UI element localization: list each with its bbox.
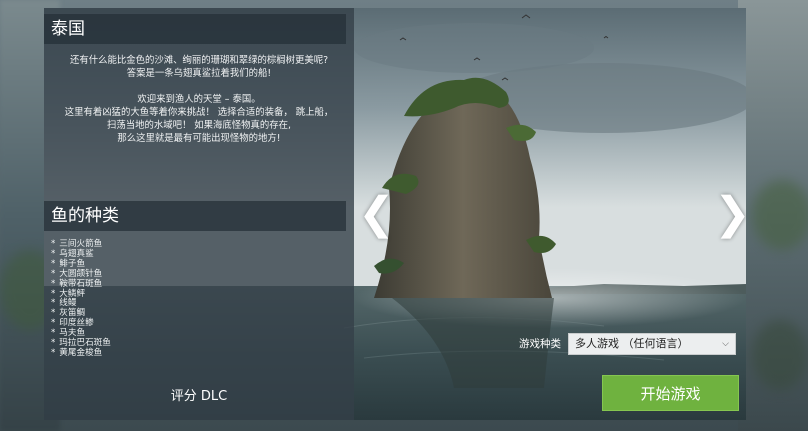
location-description: 还有什么能比金色的沙滩、绚丽的珊瑚和翠绿的棕榈树更美呢? 答案是一条乌翅真鲨拉着… xyxy=(52,54,346,145)
description-line: 这里有着凶猛的大鱼等着你来挑战！ 选择合适的装备， 跳上船， xyxy=(64,107,334,118)
game-mode-select[interactable]: 多人游戏 （任何语言） ⌵ xyxy=(568,333,736,355)
game-mode-label: 游戏种类 xyxy=(519,338,561,350)
rating-value: DLC xyxy=(200,389,228,404)
description-line: 扫荡当地的水域吧！ 如果海底怪物真的存在, xyxy=(106,120,292,131)
description-line: 还有什么能比金色的沙滩、绚丽的珊瑚和翠绿的棕榈树更美呢? xyxy=(69,55,329,66)
background-foliage xyxy=(752,320,808,390)
next-location-arrow-icon[interactable]: ❯ xyxy=(714,192,746,236)
description-gap xyxy=(52,80,346,93)
rating: 评分 DLC xyxy=(44,385,354,404)
location-title: 泰国 xyxy=(44,14,346,44)
background-foliage xyxy=(752,180,808,250)
location-window: 泰国 还有什么能比金色的沙滩、绚丽的珊瑚和翠绿的棕榈树更美呢? 答案是一条乌翅真… xyxy=(44,8,746,420)
fish-item: 黄尾金梭鱼 xyxy=(51,348,111,359)
location-info-panel: 泰国 还有什么能比金色的沙滩、绚丽的珊瑚和翠绿的棕榈树更美呢? 答案是一条乌翅真… xyxy=(44,8,354,420)
previous-location-arrow-icon[interactable]: ❮ xyxy=(358,192,395,236)
chevron-down-icon: ⌵ xyxy=(722,339,729,349)
description-line: 欢迎来到渔人的天堂 – 泰国。 xyxy=(137,94,261,105)
description-line: 那么这里就是最有可能出现怪物的地方! xyxy=(117,133,281,144)
description-line: 答案是一条乌翅真鲨拉着我们的船! xyxy=(126,68,272,79)
rating-label: 评分 xyxy=(170,389,197,404)
game-mode-selected-value: 多人游戏 （任何语言） xyxy=(575,337,689,350)
fish-species-title: 鱼的种类 xyxy=(44,201,346,231)
fish-species-list: 三间火箭鱼 乌翅真鲨 鲱子鱼 大圆颌针鱼 鞍带石斑鱼 大鳞鲆 线鳗 灰笛鲷 印度… xyxy=(51,239,111,359)
start-game-button[interactable]: 开始游戏 xyxy=(602,375,739,411)
